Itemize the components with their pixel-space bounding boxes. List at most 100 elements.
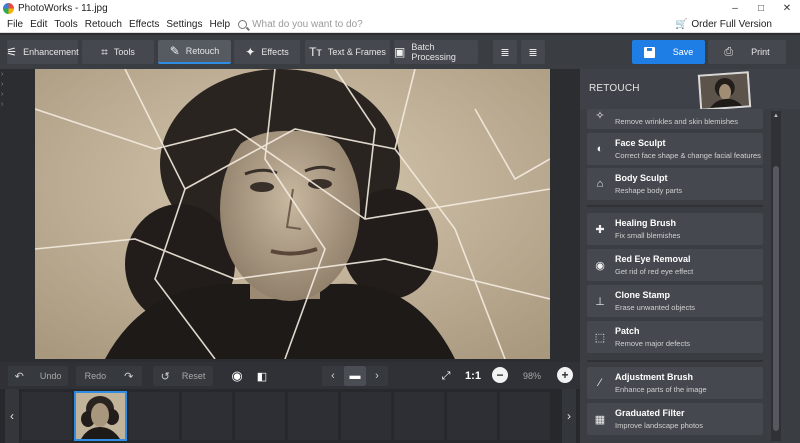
- tool-adjustment-brush[interactable]: ⁄ Adjustment Brush Enhance parts of the …: [587, 367, 763, 399]
- menu-bar: File Edit Tools Retouch Effects Settings…: [0, 16, 800, 33]
- tool-face-sculpt[interactable]: ◐ Face Sculpt Correct face shape & chang…: [587, 133, 763, 165]
- redo-button[interactable]: Redo ↷: [76, 366, 142, 386]
- tab-text-frames[interactable]: Tт Text & Frames: [305, 40, 390, 64]
- brush-icon: ✎: [169, 44, 180, 58]
- next-image-button[interactable]: ›: [366, 366, 388, 386]
- tool-name: Patch: [615, 326, 640, 336]
- face-retouch-icon: ✧: [595, 109, 605, 122]
- redo-icon: ↷: [124, 370, 134, 383]
- group-separator: [587, 205, 763, 207]
- panel-scrollbar[interactable]: ▲: [771, 111, 781, 441]
- group-separator: [587, 360, 763, 362]
- floppy-disk-icon: [643, 46, 655, 58]
- actual-size-button[interactable]: 1:1: [461, 366, 485, 386]
- search-input[interactable]: [252, 18, 453, 30]
- menu-edit[interactable]: Edit: [27, 19, 51, 30]
- search-box[interactable]: [238, 18, 453, 30]
- healing-brush-icon: ✚: [595, 223, 605, 236]
- tab-enhancement[interactable]: ⚟ Enhancement: [6, 40, 79, 64]
- close-button[interactable]: ✕: [774, 0, 800, 16]
- minimize-button[interactable]: –: [722, 0, 748, 16]
- tool-portrait-retouch[interactable]: ✧ Remove wrinkles and skin blemishes: [587, 109, 763, 129]
- reset-button[interactable]: ↺ Reset: [153, 366, 213, 386]
- undo-button[interactable]: ↶ Undo: [8, 366, 68, 386]
- menu-settings[interactable]: Settings: [163, 19, 206, 30]
- filmstrip-slot: [287, 391, 339, 441]
- tool-healing-brush[interactable]: ✚ Healing Brush Fix small blemishes: [587, 213, 763, 245]
- minus-icon: −: [496, 368, 504, 382]
- save-button[interactable]: Save: [632, 40, 705, 64]
- tool-red-eye-removal[interactable]: ◉ Red Eye Removal Get rid of red eye eff…: [587, 249, 763, 281]
- open-folder-button[interactable]: ▬: [344, 366, 366, 386]
- menu-retouch[interactable]: Retouch: [82, 19, 126, 30]
- history-forward-button[interactable]: ≣: [521, 40, 545, 64]
- maximize-button[interactable]: □: [748, 0, 774, 16]
- scroll-up-icon[interactable]: ▲: [771, 111, 781, 121]
- tool-desc: Correct face shape & change facial featu…: [615, 151, 761, 160]
- filmstrip-thumbnail-selected[interactable]: [74, 391, 127, 441]
- retouch-tool-list: ✧ Remove wrinkles and skin blemishes ◐ F…: [580, 109, 770, 443]
- sliders-icon: ⚟: [6, 45, 18, 59]
- compare-button[interactable]: ◧: [252, 366, 272, 386]
- undo-label: Undo: [39, 371, 62, 381]
- menu-help[interactable]: Help: [207, 19, 235, 30]
- menu-effects[interactable]: Effects: [126, 19, 163, 30]
- filmstrip-next-button[interactable]: ›: [562, 389, 576, 443]
- adjustment-brush-icon: ⁄: [599, 377, 601, 389]
- menu-tools[interactable]: Tools: [51, 19, 81, 30]
- retouch-panel: RETOUCH ✧ Remove wrinkles and skin blemi…: [580, 69, 800, 443]
- window-controls: – □ ✕: [722, 0, 800, 16]
- filmstrip-slot: [234, 391, 286, 441]
- main-toolbar: ⚟ Enhancement ⌗ Tools ✎ Retouch ✦ Effect…: [0, 35, 800, 69]
- tab-batch-processing[interactable]: ▣ Batch Processing: [394, 40, 478, 64]
- tool-patch[interactable]: ⬚ Patch Remove major defects: [587, 321, 763, 353]
- window-title: PhotoWorks - 11.jpg: [18, 2, 108, 14]
- eye-icon: ◉: [595, 259, 605, 272]
- reset-label: Reset: [181, 371, 206, 381]
- body-sculpt-icon: ⌂: [596, 178, 604, 190]
- tab-tools[interactable]: ⌗ Tools: [82, 40, 154, 64]
- fit-screen-icon: ⤢: [441, 369, 451, 382]
- reset-icon: ↺: [160, 370, 170, 383]
- filmstrip-slot: [181, 391, 233, 441]
- tool-body-sculpt[interactable]: ⌂ Body Sculpt Reshape body parts: [587, 168, 763, 200]
- fit-screen-button[interactable]: ⤢: [436, 366, 456, 386]
- tool-name: Adjustment Brush: [615, 372, 694, 382]
- tool-desc: Reshape body parts: [615, 186, 683, 195]
- patch-icon: ⬚: [594, 331, 606, 344]
- left-collapsed-panel[interactable]: [0, 69, 8, 362]
- header-photo-image: [699, 73, 750, 109]
- tool-graduated-filter[interactable]: ▦ Graduated Filter Improve landscape pho…: [587, 403, 763, 435]
- previous-image-button[interactable]: ‹: [322, 366, 344, 386]
- text-icon: Tт: [309, 45, 322, 59]
- face-sculpt-icon: ◐: [596, 143, 604, 155]
- tab-label: Text & Frames: [327, 47, 386, 57]
- tool-clone-stamp[interactable]: ⊥ Clone Stamp Erase unwanted objects: [587, 285, 763, 317]
- preview-toggle-button[interactable]: ◉: [227, 366, 247, 386]
- tab-retouch[interactable]: ✎ Retouch: [158, 40, 231, 64]
- order-full-version-link[interactable]: 🛒 Order Full Version: [675, 19, 772, 30]
- tab-label: Retouch: [185, 46, 220, 56]
- tool-desc: Get rid of red eye effect: [615, 267, 694, 276]
- undo-icon: ↶: [14, 370, 24, 383]
- filmstrip-prev-button[interactable]: ‹: [5, 389, 19, 443]
- tool-name: Clone Stamp: [615, 290, 671, 300]
- zoom-in-button[interactable]: +: [557, 367, 573, 383]
- zoom-level: 98%: [522, 371, 541, 381]
- tab-label: Tools: [113, 47, 135, 57]
- print-button[interactable]: ⎙ Print: [708, 40, 786, 64]
- cart-icon: 🛒: [674, 18, 688, 30]
- expand-panel-icon[interactable]: › › › ›: [1, 70, 3, 110]
- scrollbar-thumb[interactable]: [773, 166, 779, 431]
- retouch-panel-header: RETOUCH: [580, 69, 800, 111]
- eye-icon: ◉: [231, 368, 243, 383]
- redo-label: Redo: [84, 371, 107, 381]
- print-label: Print: [751, 47, 770, 57]
- chevron-left-icon: ‹: [10, 409, 14, 423]
- tab-effects[interactable]: ✦ Effects: [234, 40, 300, 64]
- magic-wand-icon: ✦: [245, 45, 256, 59]
- menu-file[interactable]: File: [0, 19, 27, 30]
- photo-canvas[interactable]: [35, 69, 550, 359]
- zoom-out-button[interactable]: −: [492, 367, 508, 383]
- history-back-button[interactable]: ≣: [493, 40, 517, 64]
